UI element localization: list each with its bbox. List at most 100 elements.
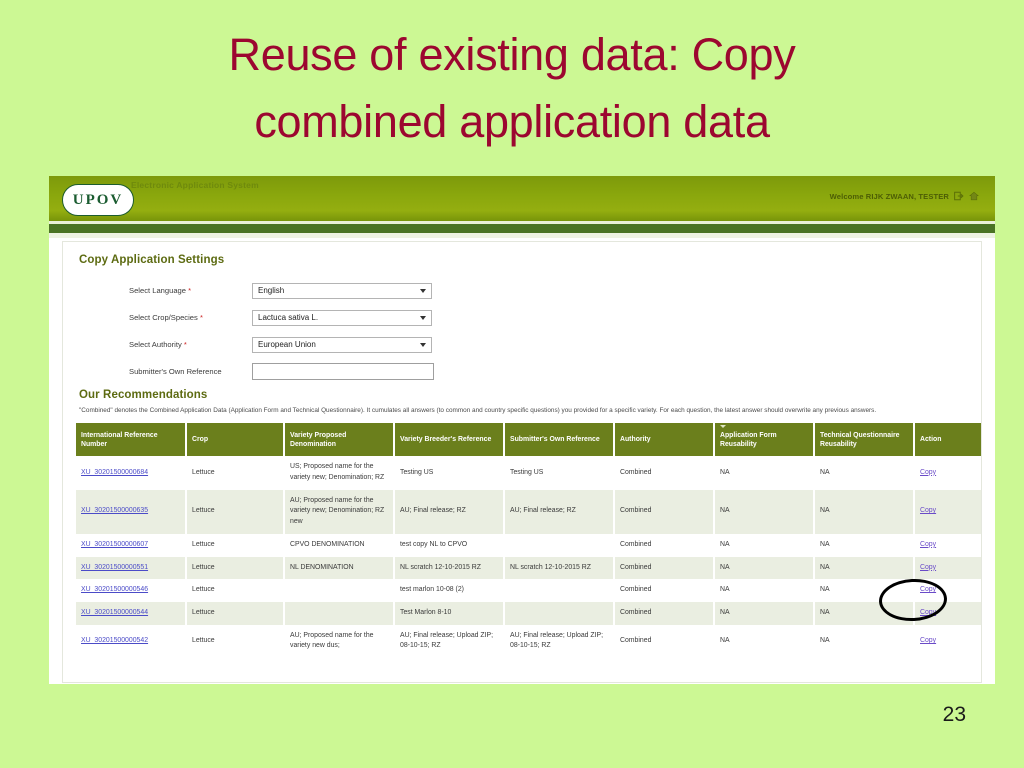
welcome-label: Welcome RIJK ZWAAN, TESTER — [829, 191, 949, 201]
cell-reference: XU_30201500000551 — [76, 556, 187, 580]
cell-own-reference — [504, 601, 615, 625]
cell-crop: Lettuce — [186, 601, 285, 625]
cell-authority: Combined — [614, 489, 715, 534]
user-session-area: Welcome RIJK ZWAAN, TESTER — [830, 191, 979, 201]
cell-own-reference: AU; Final release; Upload ZIP; 08-10-15;… — [504, 624, 615, 659]
cell-denomination: CPVO DENOMINATION — [284, 533, 395, 557]
label-select-crop-species: Select Crop/Species * — [129, 313, 203, 322]
column-header-international-reference-number[interactable]: International Reference Number — [76, 423, 187, 457]
table-row: XU_30201500000546 Lettuce test marlon 10… — [76, 579, 981, 602]
settings-section-title: Copy Application Settings — [79, 254, 225, 266]
cell-application-form-reusability: NA — [714, 601, 815, 625]
table-row: XU_30201500000684 Lettuce US; Proposed n… — [76, 456, 981, 490]
cell-crop: Lettuce — [186, 556, 285, 580]
table-row: XU_30201500000635 Lettuce AU; Proposed n… — [76, 489, 981, 534]
cell-action: Copy — [914, 579, 981, 602]
required-marker: * — [188, 286, 192, 295]
column-header-authority[interactable]: Authority — [614, 423, 715, 457]
copy-link-highlighted[interactable]: Copy — [920, 564, 936, 571]
label-select-language: Select Language * — [129, 286, 192, 295]
cell-own-reference — [504, 533, 615, 557]
cell-own-reference: AU; Final release; RZ — [504, 489, 615, 534]
copy-link[interactable]: Copy — [920, 637, 936, 644]
table-row: XU_30201500000607 Lettuce CPVO DENOMINAT… — [76, 533, 981, 557]
form-row-own-reference: Submitter's Own Reference — [77, 358, 967, 385]
cell-technical-questionnaire-reusability: NA — [814, 556, 915, 580]
select-language-input[interactable]: English — [252, 282, 432, 299]
copy-application-settings-form: Select Language * English Select Crop/Sp… — [77, 277, 967, 385]
cell-crop: Lettuce — [186, 579, 285, 602]
sort-descending-icon — [720, 425, 726, 429]
reference-link[interactable]: XU_30201500000551 — [81, 564, 148, 571]
cell-breeder-reference: test marlon 10-08 (2) — [394, 579, 505, 602]
select-crop-species-input[interactable]: Lactuca sativa L. — [252, 309, 432, 326]
column-header-submitters-own-reference[interactable]: Submitter's Own Reference — [504, 423, 615, 457]
column-header-crop[interactable]: Crop — [186, 423, 285, 457]
cell-denomination: US; Proposed name for the variety new; D… — [284, 456, 395, 490]
copy-link[interactable]: Copy — [920, 507, 936, 514]
cell-application-form-reusability: NA — [714, 533, 815, 557]
submitters-own-reference-input[interactable] — [252, 363, 434, 380]
cell-breeder-reference: Testing US — [394, 456, 505, 490]
column-header-technical-questionnaire-reusability[interactable]: Technical Questionnaire Reusability — [814, 423, 915, 457]
copy-link[interactable]: Copy — [920, 541, 936, 548]
recommendations-note: "Combined" denotes the Combined Applicat… — [79, 407, 877, 414]
cell-denomination: AU; Proposed name for the variety new du… — [284, 624, 395, 659]
home-icon[interactable] — [969, 191, 979, 201]
required-marker: * — [199, 313, 203, 322]
select-authority-input[interactable]: European Union — [252, 336, 432, 353]
chevron-down-icon — [420, 315, 426, 320]
reference-link[interactable]: XU_30201500000684 — [81, 469, 148, 476]
cell-reference: XU_30201500000546 — [76, 579, 187, 602]
reference-link[interactable]: XU_30201500000544 — [81, 609, 148, 616]
form-row-authority: Select Authority * European Union — [77, 331, 967, 358]
table-header-row: International Reference Number Crop Vari… — [76, 423, 981, 457]
reference-link[interactable]: XU_30201500000607 — [81, 541, 148, 548]
cell-technical-questionnaire-reusability: NA — [814, 456, 915, 490]
cell-reference: XU_30201500000635 — [76, 489, 187, 534]
reference-link[interactable]: XU_30201500000542 — [81, 637, 148, 644]
reference-link[interactable]: XU_30201500000546 — [81, 586, 148, 593]
cell-application-form-reusability: NA — [714, 624, 815, 659]
cell-action: Copy — [914, 601, 981, 625]
page-title-line-1: Reuse of existing data: Copy — [228, 29, 796, 80]
required-marker: * — [183, 340, 187, 349]
page-title: Reuse of existing data: Copy combined ap… — [0, 22, 1024, 155]
table-row: XU_30201500000551 Lettuce NL DENOMINATIO… — [76, 556, 981, 580]
cell-action: Copy — [914, 456, 981, 490]
cell-reference: XU_30201500000607 — [76, 533, 187, 557]
cell-action: Copy — [914, 533, 981, 557]
recommendations-section-title: Our Recommendations — [79, 389, 208, 401]
upov-logo[interactable]: UPOV — [62, 184, 134, 216]
label-submitters-own-reference: Submitter's Own Reference — [129, 367, 222, 376]
cell-technical-questionnaire-reusability: NA — [814, 489, 915, 534]
copy-link[interactable]: Copy — [920, 609, 936, 616]
cell-action: Copy — [914, 489, 981, 534]
form-row-language: Select Language * English — [77, 277, 967, 304]
cell-breeder-reference: AU; Final release; Upload ZIP; 08-10-15;… — [394, 624, 505, 659]
label-select-authority: Select Authority * — [129, 340, 187, 349]
cell-application-form-reusability: NA — [714, 489, 815, 534]
cell-own-reference: NL scratch 12-10-2015 RZ — [504, 556, 615, 580]
column-header-application-form-reusability[interactable]: Application Form Reusability — [714, 423, 815, 457]
copy-link[interactable]: Copy — [920, 586, 936, 593]
cell-application-form-reusability: NA — [714, 556, 815, 580]
cell-breeder-reference: NL scratch 12-10-2015 RZ — [394, 556, 505, 580]
copy-link[interactable]: Copy — [920, 469, 936, 476]
system-name: Electronic Application System — [131, 180, 259, 190]
cell-application-form-reusability: NA — [714, 579, 815, 602]
app-header: UPOV Electronic Application System Welco… — [49, 176, 995, 224]
form-row-crop-species: Select Crop/Species * Lactuca sativa L. — [77, 304, 967, 331]
cell-denomination: AU; Proposed name for the variety new; D… — [284, 489, 395, 534]
reference-link[interactable]: XU_30201500000635 — [81, 507, 148, 514]
column-header-variety-breeders-reference[interactable]: Variety Breeder's Reference — [394, 423, 505, 457]
column-header-action[interactable]: Action — [914, 423, 981, 457]
logout-icon[interactable] — [954, 191, 964, 201]
cell-action: Copy — [914, 624, 981, 659]
cell-technical-questionnaire-reusability: NA — [814, 601, 915, 625]
column-header-variety-proposed-denomination[interactable]: Variety Proposed Denomination — [284, 423, 395, 457]
cell-application-form-reusability: NA — [714, 456, 815, 490]
header-divider — [49, 224, 995, 233]
cell-authority: Combined — [614, 579, 715, 602]
table-row: XU_30201500000544 Lettuce Test Marlon 8-… — [76, 601, 981, 625]
